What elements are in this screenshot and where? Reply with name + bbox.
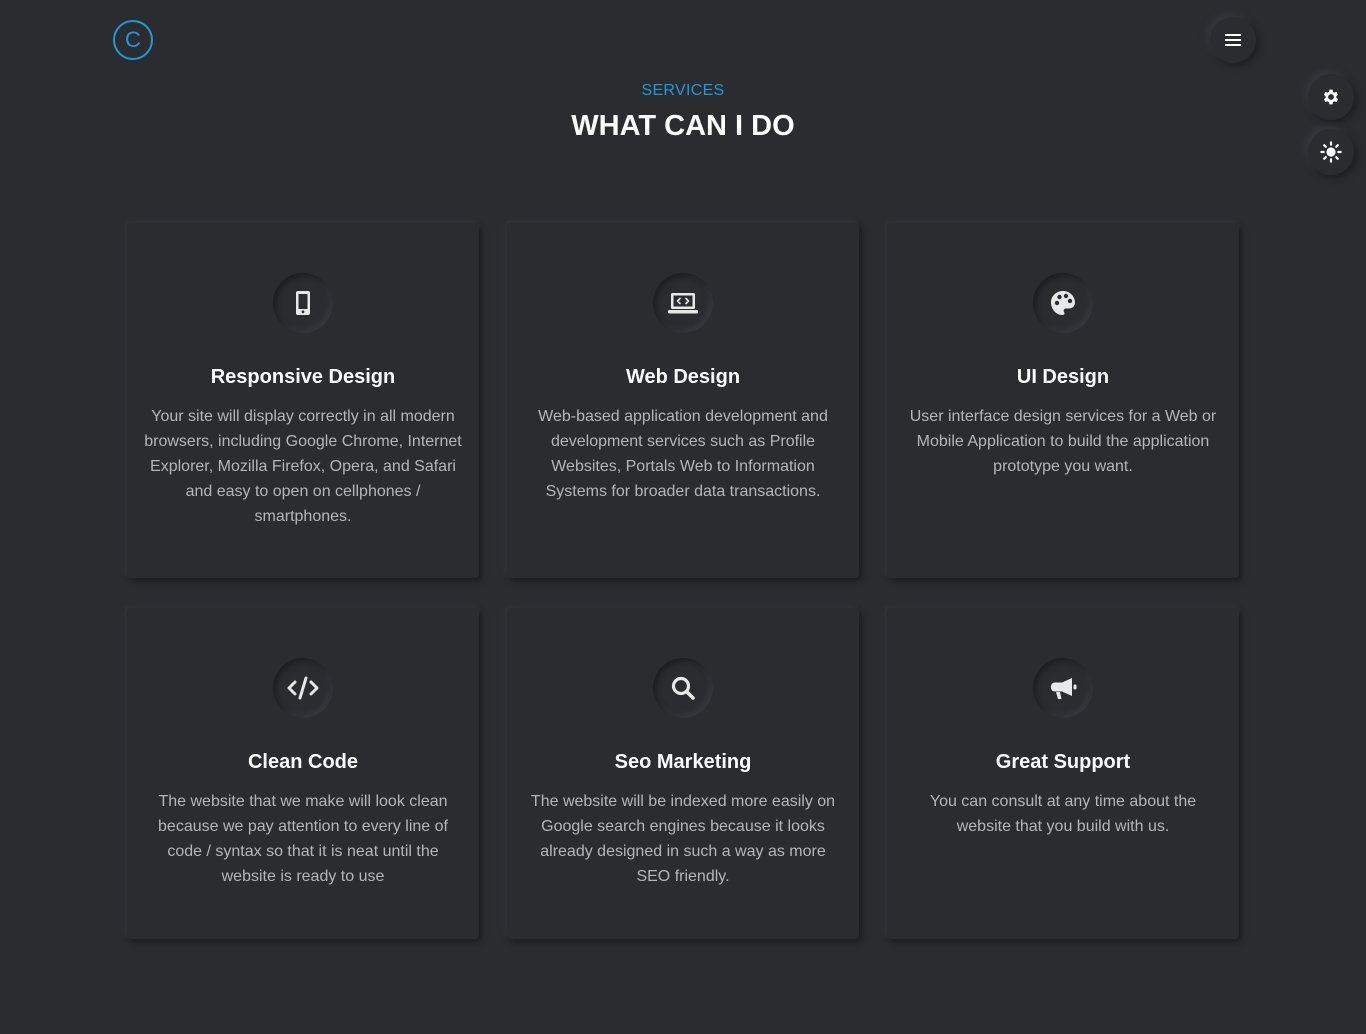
megaphone-icon [1051, 678, 1077, 699]
service-card-ui-design: UI Design User interface design services… [887, 223, 1239, 578]
service-card-web-design: Web Design Web-based application develop… [507, 223, 859, 578]
hamburger-icon [1225, 34, 1241, 46]
service-description: Your site will display correctly in all … [144, 408, 462, 525]
service-icon-wrapper [653, 658, 713, 718]
service-icon-wrapper [653, 273, 713, 333]
laptop-code-icon [668, 293, 698, 314]
menu-button[interactable] [1210, 17, 1256, 63]
service-title: Great Support [995, 751, 1131, 773]
section-title: WHAT CAN I DO [571, 110, 795, 142]
service-icon-wrapper [1033, 273, 1093, 333]
logo[interactable]: C [113, 20, 153, 60]
service-icon-wrapper [1033, 658, 1093, 718]
service-description: User interface design services for a Web… [909, 408, 1217, 475]
palette-icon [1051, 291, 1075, 315]
page: C SERVICES WHAT CAN I DO Responsive Desi… [0, 0, 1366, 1034]
service-card-clean-code: Clean Code The website that we make will… [127, 608, 479, 939]
service-title: Seo Marketing [614, 751, 752, 773]
mobile-phone-icon [296, 291, 310, 315]
service-description: The website that we make will look clean… [158, 793, 448, 885]
logo-letter: C [125, 27, 141, 52]
service-title: Web Design [625, 366, 741, 388]
service-card-great-support: Great Support You can consult at any tim… [887, 608, 1239, 939]
service-card-responsive-design: Responsive Design Your site will display… [127, 223, 479, 578]
service-card-seo-marketing: Seo Marketing The website will be indexe… [507, 608, 859, 939]
service-description: You can consult at any time about the we… [929, 793, 1197, 835]
service-description: The website will be indexed more easily … [530, 793, 836, 885]
section-label: SERVICES [641, 82, 725, 99]
service-description: Web-based application development and de… [538, 408, 828, 500]
code-icon [287, 676, 319, 700]
service-title: Clean Code [247, 751, 359, 773]
service-title: UI Design [1016, 366, 1110, 388]
sun-icon [1320, 141, 1342, 163]
service-icon-wrapper [273, 658, 333, 718]
service-title: Responsive Design [210, 366, 396, 388]
search-icon [671, 676, 695, 700]
service-icon-wrapper [273, 273, 333, 333]
